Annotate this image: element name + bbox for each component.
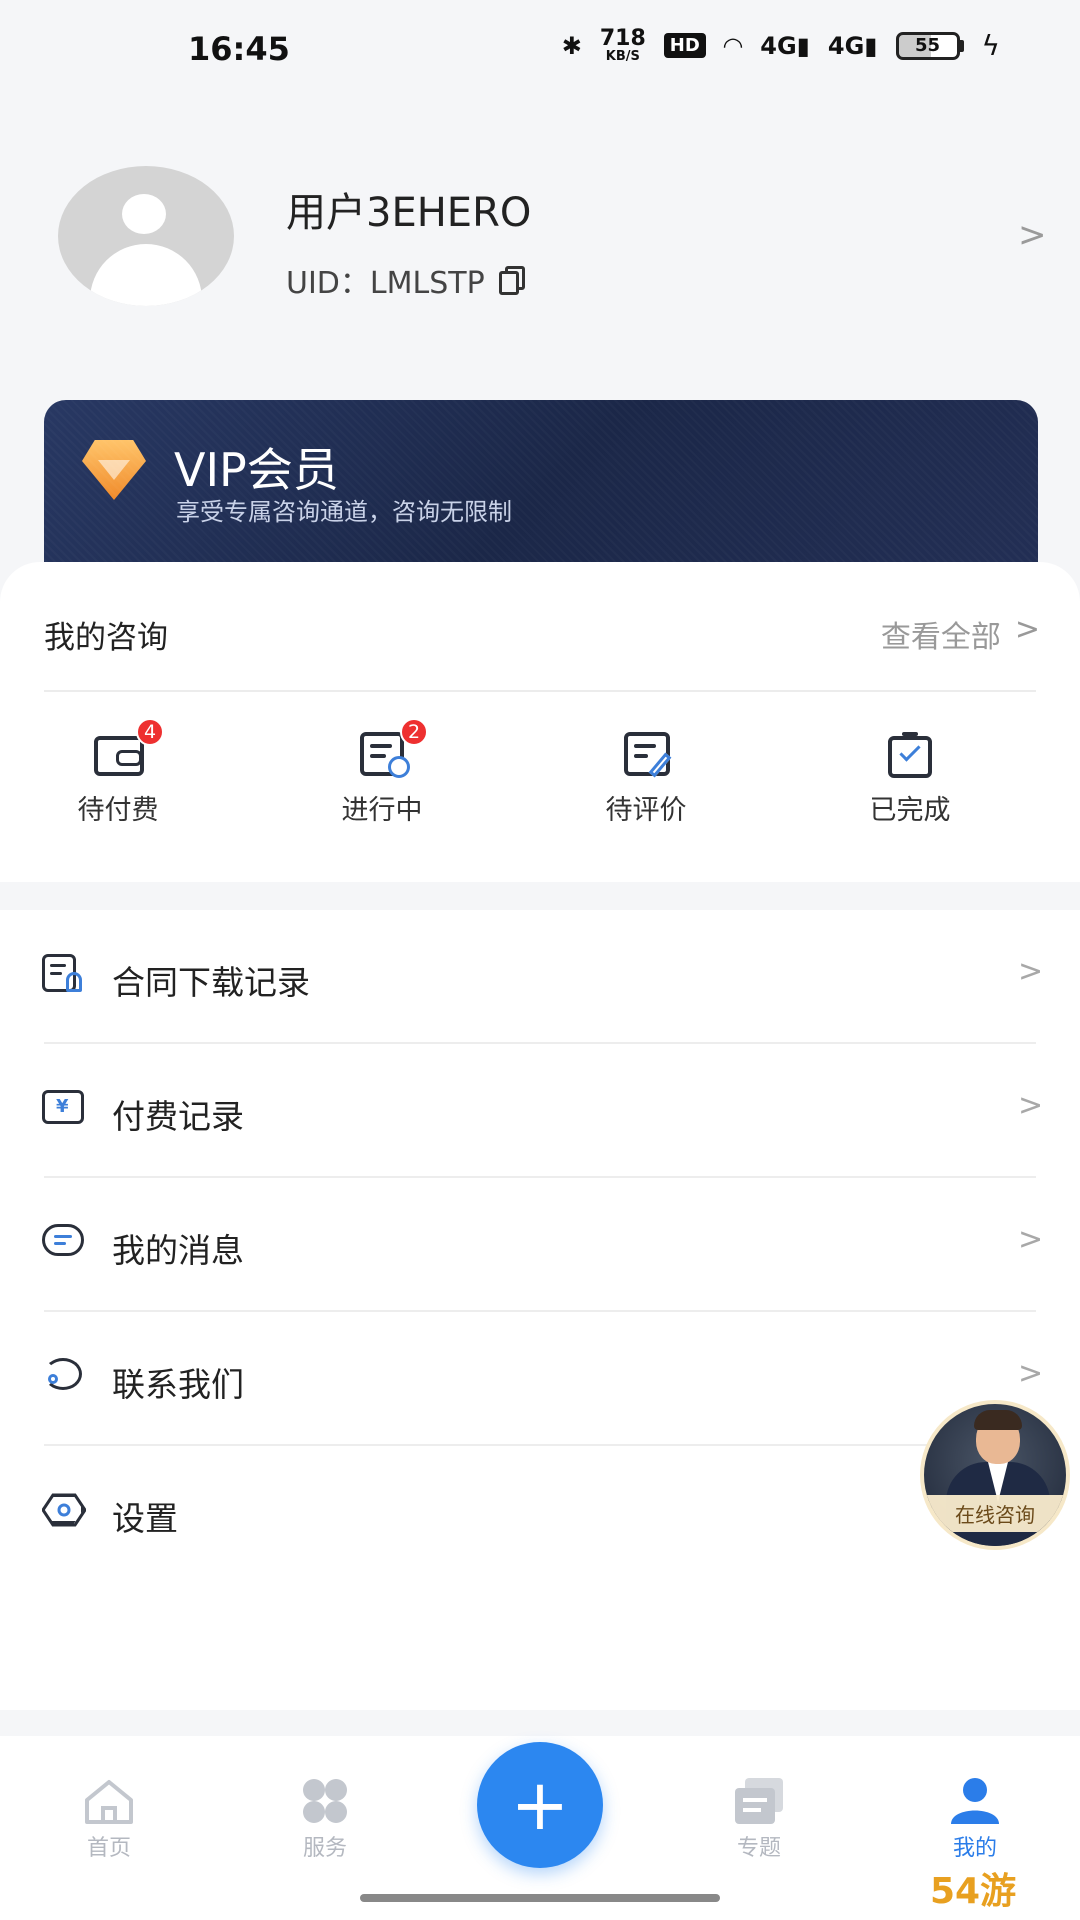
signal-icon-1: 4G▮	[760, 31, 810, 60]
order-completed[interactable]: 已完成	[840, 732, 980, 827]
profile-icon	[951, 1778, 999, 1824]
grid-icon	[303, 1779, 347, 1823]
menu-item-my-messages[interactable]: 我的消息 >	[0, 1178, 1080, 1312]
vip-banner[interactable]: VIP会员 享受专属咨询通道，咨询无限制	[44, 400, 1038, 586]
menu-list: 合同下载记录 > ¥ 付费记录 > 我的消息 > 联系我们 > 设置	[0, 910, 1080, 1710]
username: 用户3EHERO	[286, 190, 532, 236]
signal-icon-2: 4G▮	[827, 31, 878, 60]
chevron-right-icon: >	[1014, 612, 1040, 647]
order-to-review[interactable]: 待评价	[576, 732, 716, 827]
status-icons: ✱ 718 KB/S HD ◠ 4G▮ 4G▮ 55 ϟ	[561, 26, 1000, 64]
contact-icon	[42, 1356, 86, 1396]
menu-item-contract-download[interactable]: 合同下载记录 >	[0, 910, 1080, 1044]
wifi-icon: ◠	[723, 31, 743, 60]
hd-badge: HD	[663, 33, 706, 58]
menu-item-payment-records[interactable]: ¥ 付费记录 >	[0, 1044, 1080, 1178]
nav-topics[interactable]: 专题	[704, 1776, 814, 1862]
chevron-right-icon: >	[1018, 1088, 1044, 1123]
uid-row: UID：LMLSTP	[286, 258, 527, 302]
battery-icon: 55	[895, 31, 964, 60]
my-consult-card: 我的咨询 查看全部 > 4 待付费 2 进行中 待评价 已完成	[0, 562, 1080, 882]
chevron-right-icon: >	[1018, 1356, 1044, 1391]
status-bar: 16:45 ✱ 718 KB/S HD ◠ 4G▮ 4G▮ 55 ϟ	[0, 0, 1080, 100]
chevron-right-icon: >	[1018, 954, 1044, 989]
nav-services[interactable]: 服务	[270, 1776, 380, 1862]
badge-count: 4	[136, 718, 164, 746]
add-button[interactable]: +	[477, 1742, 603, 1868]
status-time: 16:45	[188, 30, 290, 68]
settings-icon	[42, 1490, 86, 1530]
badge-count: 2	[400, 718, 428, 746]
profile-chevron-icon[interactable]: >	[1018, 215, 1047, 255]
vip-subtitle: 享受专属咨询通道，咨询无限制	[176, 498, 512, 526]
uid-text: UID：LMLSTP	[286, 266, 485, 301]
copy-icon[interactable]	[498, 266, 527, 295]
network-speed: 718 KB/S	[599, 26, 646, 64]
menu-item-contact-us[interactable]: 联系我们 >	[0, 1312, 1080, 1446]
home-icon	[85, 1780, 133, 1824]
order-in-progress[interactable]: 2 进行中	[312, 718, 452, 827]
topic-icon	[735, 1778, 783, 1824]
payment-icon: ¥	[42, 1088, 86, 1128]
wallet-icon: 4	[90, 718, 164, 778]
menu-item-settings[interactable]: 设置	[0, 1446, 1080, 1580]
list-clock-icon: 2	[354, 718, 428, 778]
view-all-link[interactable]: 查看全部 >	[881, 612, 1040, 656]
nav-home[interactable]: 首页	[54, 1776, 164, 1862]
avatar[interactable]	[58, 166, 234, 306]
contract-icon	[42, 954, 86, 994]
online-consult-button[interactable]: 在线咨询	[920, 1400, 1070, 1550]
order-pending-payment[interactable]: 4 待付费	[48, 718, 188, 827]
check-clipboard-icon	[882, 732, 938, 778]
edit-doc-icon	[618, 732, 674, 778]
message-icon	[42, 1222, 86, 1262]
divider	[44, 690, 1036, 692]
home-indicator[interactable]	[360, 1894, 720, 1902]
bluetooth-icon: ✱	[561, 31, 582, 60]
consult-title: 我的咨询	[44, 620, 168, 656]
watermark-logo: 54游	[930, 1871, 1017, 1912]
nav-profile[interactable]: 我的	[920, 1776, 1030, 1862]
diamond-icon	[82, 440, 146, 500]
online-consult-label: 在线咨询	[924, 1495, 1066, 1532]
chevron-right-icon: >	[1018, 1222, 1044, 1257]
vip-title: VIP会员	[174, 443, 339, 497]
charging-icon: ϟ	[981, 29, 1000, 62]
hexagon-outline	[42, 1493, 86, 1527]
